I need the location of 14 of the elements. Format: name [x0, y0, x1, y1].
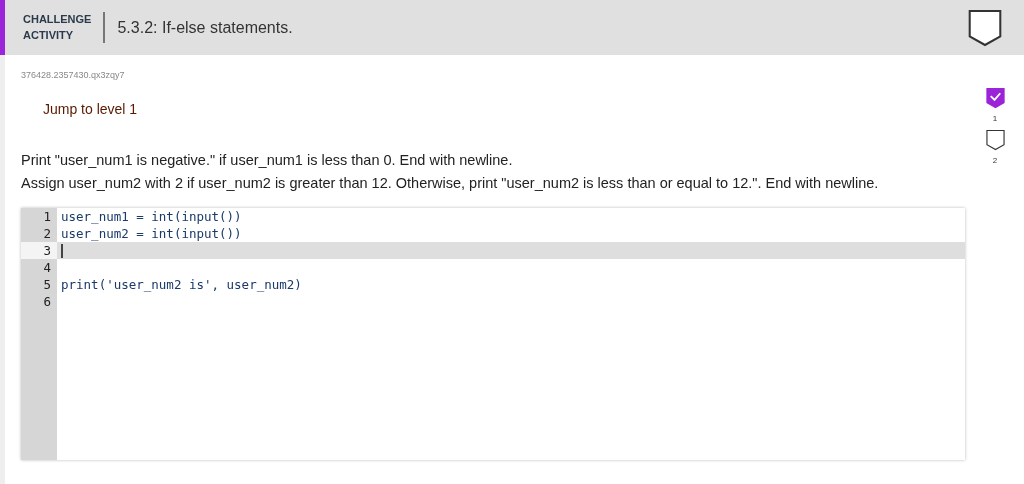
code-editor[interactable]: 1 user_num1 = int(input()) 2 user_num2 = int(input()) 3 4 5 print('user_num2 is', user_num2) 6: [21, 207, 965, 460]
instruction-text: Print "user_num1 is negative." if user_num1 is less than 0. End with newline.: [21, 150, 514, 170]
activity-label: ACTIVITY: [23, 27, 75, 43]
activity-title: 5.3.2: If-else statements.: [116, 17, 293, 38]
activity-id: 376428.2357430.qx3zqy7: [21, 69, 126, 82]
code-line: user_num1 = int(input()): [60, 207, 243, 225]
activity-label: CHALLENGE: [23, 11, 92, 27]
code-line: user_num2 = int(input()): [60, 224, 243, 242]
level-number: 2: [992, 155, 998, 167]
jump-to-level-link[interactable]: Jump to level 1: [43, 98, 138, 120]
level-number: 1: [992, 113, 998, 125]
code-line: print('user_num2 is', user_num2): [60, 275, 303, 293]
line-number: 1: [21, 207, 57, 225]
instruction-text: Assign user_num2 with 2 if user_num2 is greater than 12. Otherwise, print "user_num2 is less than or equal to 12.". End with newline.: [21, 173, 880, 193]
